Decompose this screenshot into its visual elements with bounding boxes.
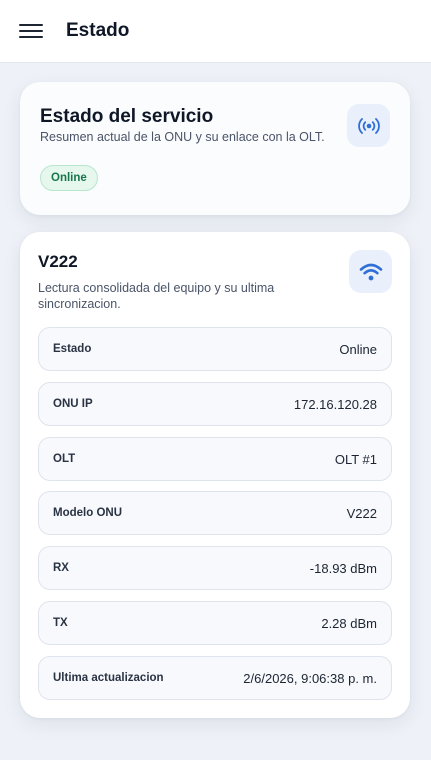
service-subtitle: Resumen actual de la ONU y su enlace con… <box>40 130 325 144</box>
row-value: 172.16.120.28 <box>293 396 377 412</box>
row-value: 2.28 dBm <box>321 615 377 631</box>
info-row-rx: RX -18.93 dBm <box>38 546 392 590</box>
device-card: V222 Lectura consolidada del equipo y su… <box>20 232 410 718</box>
row-label: OLT <box>53 453 76 465</box>
row-label: Modelo ONU <box>53 507 122 519</box>
top-bar: Estado <box>0 0 431 63</box>
info-row-modelo-onu: Modelo ONU V222 <box>38 491 392 535</box>
row-value: -18.93 dBm <box>309 560 377 576</box>
row-label: Estado <box>53 343 92 355</box>
row-label: ONU IP <box>53 398 93 410</box>
row-label: RX <box>53 562 69 574</box>
hamburger-menu-icon[interactable] <box>19 24 43 38</box>
service-status-card: Estado del servicio Resumen actual de la… <box>20 82 410 215</box>
info-row-onu-ip: ONU IP 172.16.120.28 <box>38 382 392 426</box>
device-subtitle: Lectura consolidada del equipo y su ulti… <box>38 281 275 311</box>
device-title: V222 <box>38 252 78 271</box>
row-label: Ultima actualizacion <box>53 672 164 684</box>
info-row-tx: TX 2.28 dBm <box>38 601 392 645</box>
row-label: TX <box>53 617 68 629</box>
info-row-estado: Estado Online <box>38 327 392 371</box>
row-value: OLT #1 <box>334 451 377 467</box>
row-value: V222 <box>346 505 377 521</box>
info-row-ultima-actualizacion: Ultima actualizacion 2/6/2026, 9:06:38 p… <box>38 656 392 700</box>
status-badge: Online <box>40 165 98 191</box>
page-title: Estado <box>66 20 130 41</box>
row-value: 2/6/2026, 9:06:38 p. m. <box>243 670 377 686</box>
row-value: Online <box>339 341 377 357</box>
broadcast-icon <box>347 104 390 147</box>
service-title: Estado del servicio <box>40 106 214 127</box>
wifi-icon <box>349 250 392 293</box>
info-row-olt: OLT OLT #1 <box>38 437 392 481</box>
